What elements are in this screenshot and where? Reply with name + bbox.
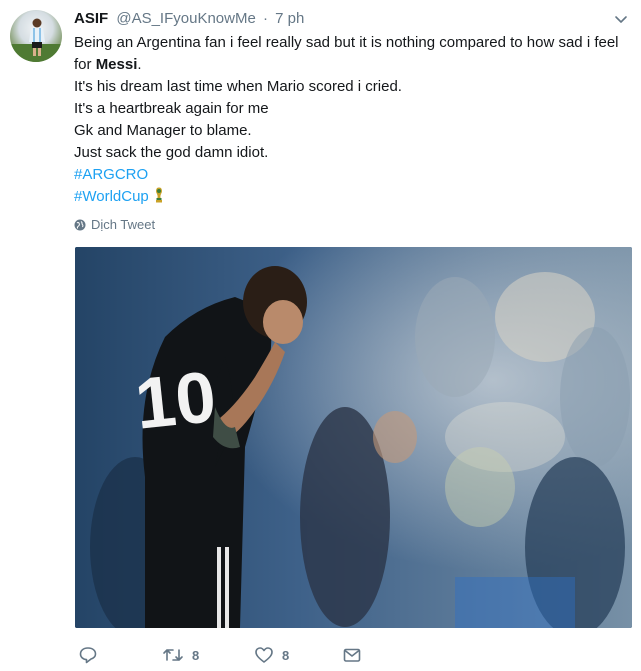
hashtag-argcro[interactable]: #ARGCRO [74, 164, 629, 186]
retweet-button[interactable]: 8 [162, 644, 199, 666]
tweet-text-segment: Being an Argentina fan i feel really sad… [74, 34, 619, 73]
separator-dot: · [262, 10, 268, 27]
chevron-down-icon[interactable] [613, 11, 629, 27]
author-handle[interactable]: @AS_IFyouKnowMe [116, 10, 255, 27]
tweet-line-1: Being an Argentina fan i feel really sad… [74, 32, 629, 76]
tweet-photo[interactable]: 10 [75, 247, 632, 628]
tweet-text: Being an Argentina fan i feel really sad… [74, 32, 629, 208]
heart-icon [255, 647, 273, 663]
retweet-count: 8 [192, 647, 200, 663]
like-count: 8 [282, 647, 290, 663]
avatar[interactable] [10, 10, 62, 62]
author-name[interactable]: ASIF [74, 10, 108, 27]
world-cup-trophy-icon [155, 187, 162, 203]
tweet[interactable]: ASIF @AS_IFyouKnowMe · 7 ph Being an Arg… [0, 0, 641, 671]
envelope-icon [343, 648, 361, 662]
timestamp[interactable]: 7 ph [275, 10, 304, 27]
tweet-text-segment: . [137, 56, 142, 73]
tweet-line-2: It's his dream last time when Mario scor… [74, 78, 402, 95]
hashtag-worldcup[interactable]: #WorldCup [74, 188, 149, 205]
like-button[interactable]: 8 [254, 644, 289, 666]
tweet-header: ASIF @AS_IFyouKnowMe · 7 ph [74, 9, 611, 29]
translate-label[interactable]: Dịch Tweet [91, 217, 155, 233]
tweet-actions: 8 8 [74, 644, 394, 666]
direct-message-button[interactable] [342, 644, 362, 666]
reply-icon [79, 647, 97, 664]
jersey-number: 10 [132, 357, 220, 445]
tweet-line-4: Gk and Manager to blame. [74, 122, 252, 139]
translate-tweet-link[interactable]: Dịch Tweet [74, 217, 155, 233]
mention-bold-messi: Messi [95, 56, 138, 73]
retweet-icon [163, 649, 183, 661]
tweet-line-3: It's a heartbreak again for me [74, 100, 269, 117]
globe-icon [74, 219, 86, 231]
reply-button[interactable] [78, 644, 98, 666]
tweet-line-5: Just sack the god damn idiot. [74, 144, 269, 161]
